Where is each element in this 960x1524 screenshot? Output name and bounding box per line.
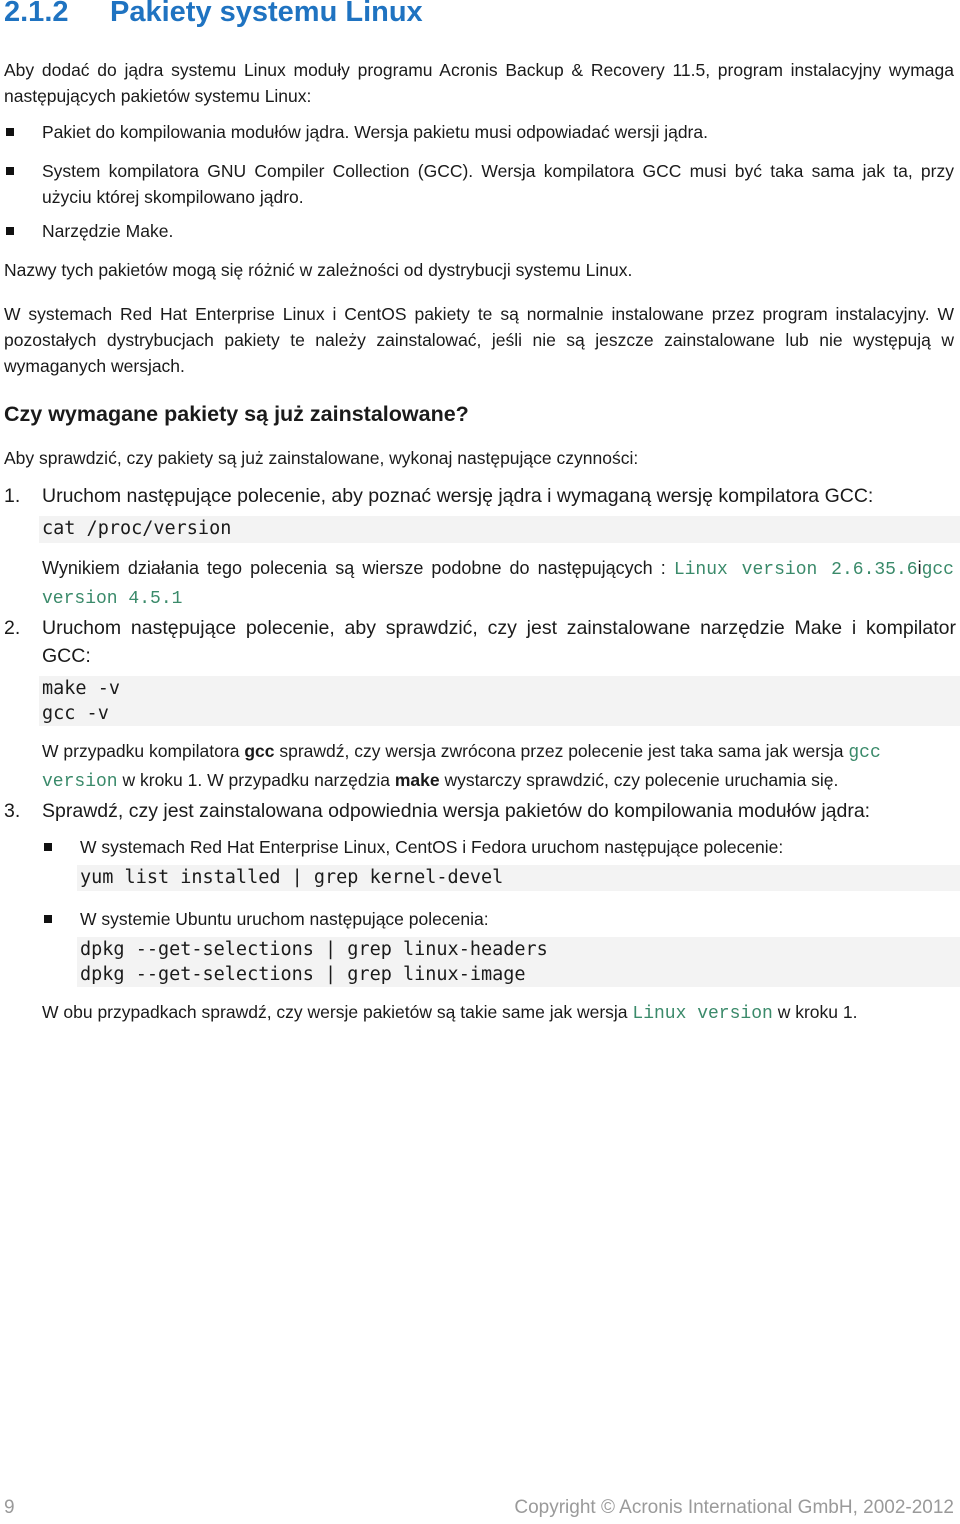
bullet-icon: [44, 915, 52, 923]
subheading: Czy wymagane pakiety są już zainstalowan…: [4, 402, 469, 426]
code-block: cat /proc/version: [39, 516, 960, 543]
step-number: 2.: [4, 617, 21, 639]
code-block: dpkg --get-selections | grep linux-heade…: [77, 937, 960, 987]
check-intro: Aby sprawdzić, czy pakiety są już zainst…: [4, 448, 639, 468]
copyright: Copyright © Acronis International GmbH, …: [514, 1497, 954, 1518]
intro-paragraph: Aby dodać do jądra systemu Linux moduły …: [4, 60, 954, 106]
inline-code: Linux version 2.6.35.6: [673, 560, 918, 580]
step-number: 1.: [4, 485, 21, 507]
page-number: 9: [4, 1497, 15, 1518]
step-number: 3.: [4, 800, 21, 822]
section-number: 2.1.2: [4, 0, 69, 28]
bullet-icon: [6, 128, 14, 136]
bullet-icon: [44, 843, 52, 851]
step-2-text: Uruchom następujące polecenie, aby spraw…: [42, 617, 956, 667]
step-1-text: Uruchom następujące polecenie, aby pozna…: [42, 485, 874, 507]
section-heading: 2.1.2 Pakiety systemu Linux: [4, 0, 423, 29]
note-package-names: Nazwy tych pakietów mogą się różnić w za…: [4, 260, 633, 280]
note-distros: W systemach Red Hat Enterprise Linux i C…: [4, 304, 954, 376]
bullet-icon: [6, 227, 14, 235]
bullet-icon: [6, 167, 14, 175]
step-1-result: Wynikiem działania tego polecenia są wie…: [42, 558, 954, 609]
step-3-closing: W obu przypadkach sprawdź, czy wersje pa…: [42, 1002, 858, 1024]
code-block: yum list installed | grep kernel-devel: [77, 865, 960, 891]
inline-code: Linux version: [632, 1004, 773, 1024]
step-3-text: Sprawdź, czy jest zainstalowana odpowied…: [42, 800, 871, 822]
code-block: make -v gcc -v: [39, 676, 960, 726]
step-2-note: W przypadku kompilatora gcc sprawdź, czy…: [42, 741, 881, 792]
section-title: Pakiety systemu Linux: [110, 0, 423, 28]
